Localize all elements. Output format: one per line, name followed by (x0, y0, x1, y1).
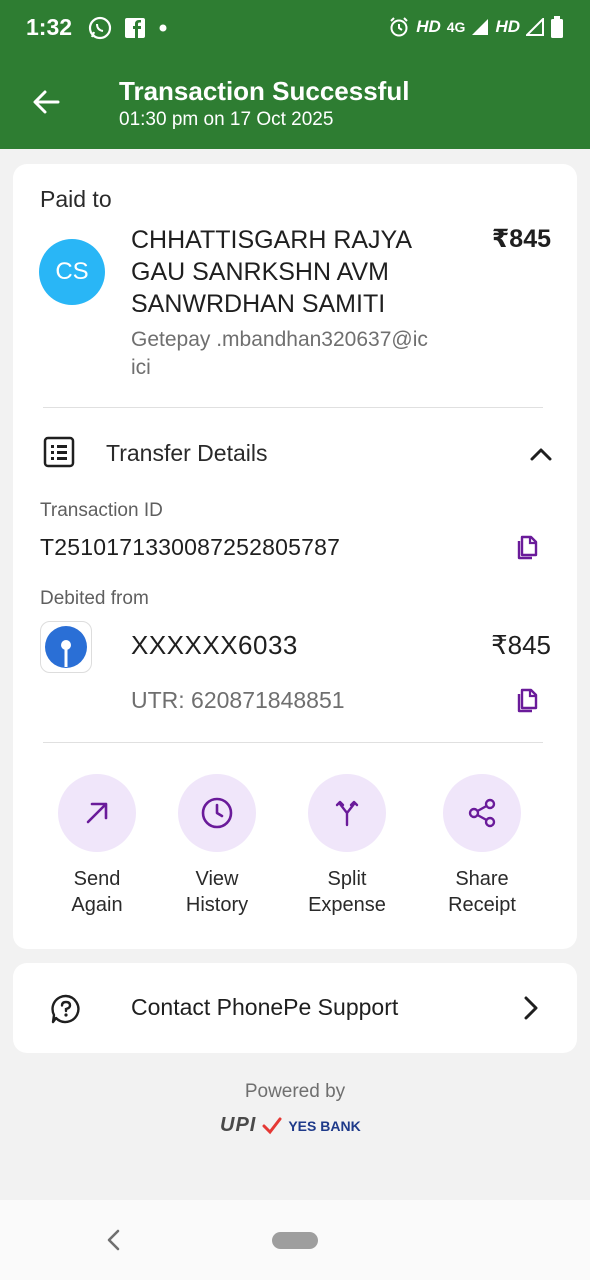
bank-logo (40, 621, 92, 673)
signal-icon (472, 19, 489, 35)
powered-by-label: Powered by (244, 1081, 346, 1102)
send-again-button[interactable]: Send Again (32, 774, 162, 918)
transaction-id: T2510171330087252805787 (40, 534, 341, 560)
nav-home-pill[interactable] (272, 1232, 318, 1249)
whatsapp-icon (88, 16, 112, 40)
arrow-up-right-icon (86, 802, 108, 824)
contact-support-button[interactable]: Contact PhonePe Support (13, 963, 577, 1053)
split-expense-label: Split Expense (308, 868, 386, 916)
network-type: 4G (446, 19, 466, 35)
divider (43, 742, 543, 743)
view-history-label: View History (185, 868, 249, 916)
share-icon (468, 798, 496, 828)
view-history-circle (178, 774, 256, 852)
clock-icon (201, 797, 233, 829)
check-icon (262, 1117, 282, 1134)
payee-upi-id: Getepay .mbandhan320637@icici (131, 328, 428, 379)
receipt-list-icon (43, 436, 75, 468)
split-expense-button[interactable]: Split Expense (282, 774, 412, 918)
transfer-details-label: Transfer Details (106, 440, 268, 466)
system-nav-bar (0, 1200, 590, 1280)
status-bar: 1:32 HD 4G HD (0, 0, 590, 60)
help-chat-icon (51, 994, 80, 1024)
utr-number: UTR: 620871848851 (131, 687, 345, 713)
quick-actions: Send Again View History Split Expense Share… (13, 774, 577, 924)
paid-amount: ₹845 (491, 225, 551, 253)
app-bar: Transaction Successful 01:30 pm on 17 Oc… (0, 60, 590, 149)
contact-support-label: Contact PhonePe Support (131, 994, 399, 1020)
debited-from-label: Debited from (40, 588, 149, 609)
yes-bank-logo: YES BANK (288, 1117, 361, 1134)
transaction-card: Paid to CS CHHATTISGARH RAJYA GAU SANRKS… (13, 164, 577, 949)
signal-icon-2 (526, 18, 544, 36)
status-time: 1:32 (26, 14, 73, 40)
page-title: Transaction Successful (119, 76, 410, 106)
copy-icon[interactable] (514, 686, 542, 714)
sbi-logo-icon (45, 626, 87, 668)
back-button[interactable] (26, 82, 66, 122)
arrow-left-icon (33, 90, 60, 114)
dot-icon (159, 24, 167, 32)
nav-back-icon[interactable] (100, 1226, 128, 1254)
transaction-id-label: Transaction ID (40, 500, 163, 521)
split-expense-circle (308, 774, 386, 852)
share-receipt-button[interactable]: Share Receipt (417, 774, 547, 918)
facebook-icon (125, 18, 145, 38)
split-icon (335, 800, 359, 827)
view-history-button[interactable]: View History (152, 774, 282, 918)
transaction-datetime: 01:30 pm on 17 Oct 2025 (119, 109, 334, 130)
partner-logos: UPI YES BANK (220, 1114, 361, 1137)
hd-badge-2: HD (495, 17, 520, 36)
notification-icons (88, 16, 168, 40)
share-receipt-label: Share Receipt (448, 868, 516, 916)
debited-amount: ₹845 (491, 630, 551, 660)
transfer-details-toggle[interactable]: Transfer Details (43, 434, 553, 474)
hd-badge: HD (416, 17, 441, 36)
debited-account: XXXXXX6033 (131, 630, 298, 660)
chevron-right-icon (524, 996, 538, 1020)
payee-name: CHHATTISGARH RAJYA GAU SANRKSHN AVM SANW… (131, 226, 411, 318)
paid-to-label: Paid to (40, 186, 112, 212)
upi-logo: UPI (220, 1114, 257, 1136)
share-receipt-circle (443, 774, 521, 852)
avatar: CS (39, 239, 105, 305)
copy-icon[interactable] (514, 533, 542, 561)
send-again-circle (58, 774, 136, 852)
chevron-up-icon (530, 448, 552, 461)
alarm-icon (390, 17, 408, 37)
battery-icon (551, 16, 563, 38)
status-right: HD 4G HD (388, 16, 564, 38)
send-again-label: Send Again (71, 868, 123, 916)
divider (43, 407, 543, 408)
